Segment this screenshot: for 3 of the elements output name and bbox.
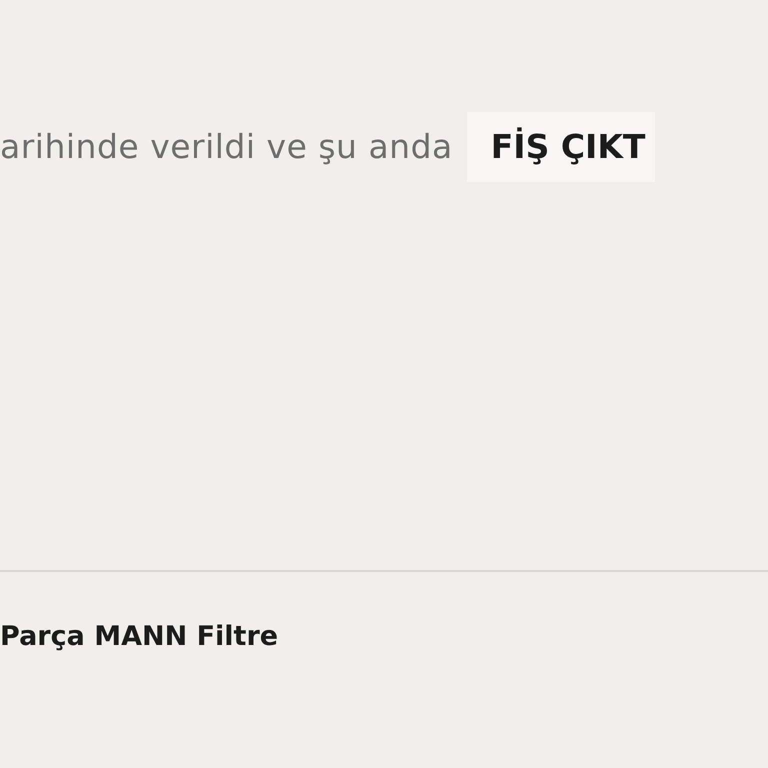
item-title: Parça MANN Filtre [0,621,278,652]
status-text: arihinde verildi ve şu anda [0,126,453,168]
status-label: FİŞ ÇIKT [466,112,656,182]
